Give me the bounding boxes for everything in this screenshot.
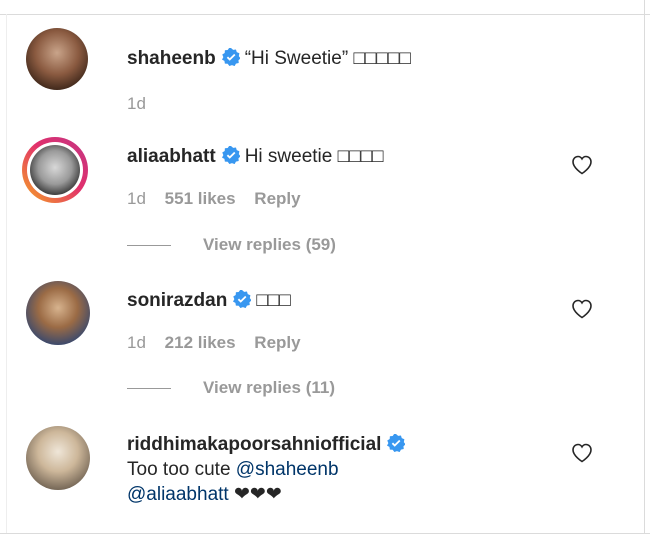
reply-button[interactable]: Reply bbox=[254, 189, 300, 208]
view-replies-label: View replies (11) bbox=[203, 378, 335, 397]
comment-line: @aliaabhatt ❤❤❤ bbox=[127, 483, 282, 507]
comment-meta: 1d bbox=[127, 94, 160, 114]
mention-link[interactable]: @aliaabhatt bbox=[127, 484, 229, 505]
avatar-frame bbox=[27, 142, 83, 198]
mention-link[interactable]: @shaheenb bbox=[236, 459, 339, 480]
heart-icon[interactable] bbox=[570, 441, 594, 463]
avatar[interactable] bbox=[26, 28, 88, 90]
comment-line: aliaabhatt Hi sweetie □□□□ bbox=[127, 145, 384, 169]
comment-text: Hi sweetie □□□□ bbox=[244, 146, 384, 167]
profile-photo-icon bbox=[26, 426, 90, 490]
view-replies-button[interactable]: View replies (11) bbox=[127, 378, 335, 398]
timestamp[interactable]: 1d bbox=[127, 189, 146, 208]
username-link[interactable]: sonirazdan bbox=[127, 290, 227, 311]
profile-photo-icon bbox=[26, 28, 88, 90]
username-link[interactable]: aliaabhatt bbox=[127, 146, 216, 167]
avatar[interactable] bbox=[26, 281, 90, 345]
timestamp[interactable]: 1d bbox=[127, 333, 146, 352]
heart-icon[interactable] bbox=[570, 153, 594, 175]
verified-badge-icon bbox=[221, 48, 240, 66]
heart-icon[interactable] bbox=[570, 297, 594, 319]
verified-badge-icon bbox=[387, 434, 406, 452]
divider-line bbox=[127, 388, 171, 390]
likes-count[interactable]: 212 likes bbox=[165, 333, 236, 352]
comment-line: sonirazdan □□□ bbox=[127, 289, 291, 313]
view-replies-button[interactable]: View replies (59) bbox=[127, 235, 336, 255]
username-link[interactable]: riddhimakapoorsahniofficial bbox=[127, 434, 381, 455]
divider-line bbox=[127, 245, 171, 247]
comment-line: Too too cute @shaheenb bbox=[127, 458, 339, 482]
comment-text: Too too cute bbox=[127, 459, 236, 480]
verified-badge-icon bbox=[233, 290, 252, 308]
avatar[interactable] bbox=[22, 137, 88, 203]
top-border bbox=[0, 0, 650, 15]
avatar[interactable] bbox=[26, 426, 90, 490]
reply-button[interactable]: Reply bbox=[254, 333, 300, 352]
comment-line: riddhimakapoorsahniofficial bbox=[127, 433, 410, 457]
left-border bbox=[6, 14, 7, 534]
comment-text: □□□ bbox=[256, 290, 291, 311]
comment-meta: 1d 212 likes Reply bbox=[127, 333, 315, 353]
username-link[interactable]: shaheenb bbox=[127, 48, 216, 69]
hearts-emoji: ❤❤❤ bbox=[233, 484, 282, 505]
view-replies-label: View replies (59) bbox=[203, 235, 336, 254]
verified-badge-icon bbox=[221, 146, 240, 164]
timestamp[interactable]: 1d bbox=[127, 94, 146, 113]
profile-photo-icon bbox=[30, 145, 80, 195]
comment-text: “Hi Sweetie” □□□□□ bbox=[244, 48, 411, 69]
comment-line: shaheenb “Hi Sweetie” □□□□□ bbox=[127, 47, 411, 71]
comment-meta: 1d 551 likes Reply bbox=[127, 189, 315, 209]
likes-count[interactable]: 551 likes bbox=[165, 189, 236, 208]
right-border bbox=[644, 0, 645, 540]
profile-photo-icon bbox=[26, 281, 90, 345]
